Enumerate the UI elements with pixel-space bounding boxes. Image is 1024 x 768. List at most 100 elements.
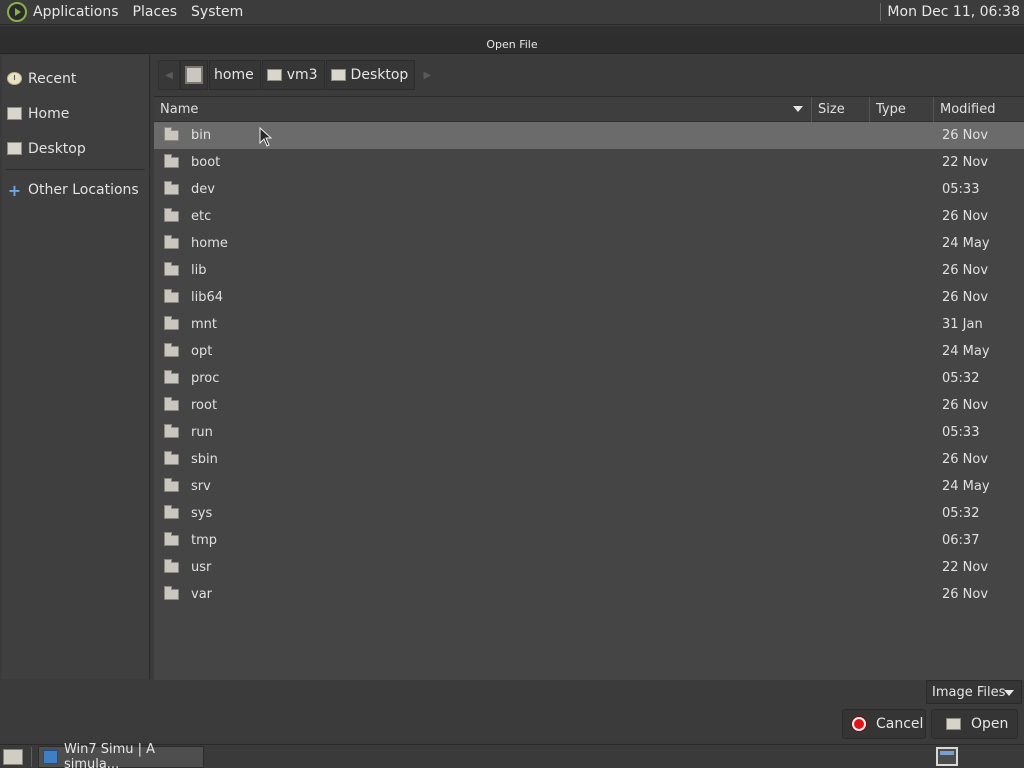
window-icon — [43, 749, 58, 764]
sidebar-separator — [6, 169, 145, 170]
table-row[interactable]: boot 22 Nov — [154, 149, 1024, 176]
places-sidebar: Recent Home Desktop + Other Locations — [2, 55, 150, 679]
cancel-button[interactable]: Cancel — [842, 709, 926, 739]
taskbar: Win7 Simu | A simula... — [0, 742, 1024, 768]
sidebar-item-label: Home — [28, 105, 70, 122]
table-row[interactable]: usr 22 Nov — [154, 554, 1024, 581]
column-header-label: Modified — [940, 101, 996, 117]
open-label: Open — [971, 716, 1009, 732]
drive-icon — [185, 66, 203, 84]
crumb-desktop[interactable]: Desktop — [325, 60, 416, 90]
file-name: sbin — [191, 452, 218, 467]
table-row[interactable]: lib 26 Nov — [154, 257, 1024, 284]
table-row[interactable]: tmp 06:37 — [154, 527, 1024, 554]
table-row[interactable]: var 26 Nov — [154, 581, 1024, 608]
file-modified: 24 May — [942, 479, 990, 494]
folder-icon — [164, 532, 179, 546]
file-modified: 26 Nov — [942, 452, 989, 467]
column-header-label: Type — [876, 101, 906, 117]
column-header-label: Name — [160, 101, 199, 117]
file-name: root — [191, 398, 218, 413]
crumb-vm3[interactable]: vm3 — [261, 60, 325, 90]
column-header-size[interactable]: Size — [812, 96, 870, 122]
clock[interactable]: Mon Dec 11, 06:38 — [887, 4, 1020, 20]
open-button[interactable]: Open — [931, 709, 1018, 739]
file-modified: 22 Nov — [942, 560, 989, 575]
open-folder-icon — [946, 718, 961, 730]
file-name: tmp — [191, 533, 218, 548]
file-modified: 31 Jan — [942, 317, 983, 332]
menu-places[interactable]: Places — [133, 4, 178, 20]
folder-icon — [164, 451, 179, 465]
folder-icon — [164, 559, 179, 573]
table-row[interactable]: proc 05:32 — [154, 365, 1024, 392]
panel-separator — [880, 3, 882, 21]
file-name: sys — [191, 506, 213, 521]
path-scroll-right-icon[interactable]: ▶ — [416, 60, 438, 90]
recent-icon — [7, 72, 22, 85]
folder-icon — [164, 478, 179, 492]
folder-icon — [164, 289, 179, 303]
file-modified: 26 Nov — [942, 398, 989, 413]
file-name: lib64 — [191, 290, 224, 305]
menu-applications[interactable]: Applications — [33, 4, 119, 20]
table-row[interactable]: mnt 31 Jan — [154, 311, 1024, 338]
workspace-switcher-icon[interactable] — [936, 747, 958, 766]
table-row[interactable]: opt 24 May — [154, 338, 1024, 365]
folder-icon — [164, 343, 179, 357]
dialog-title[interactable]: Open File — [0, 36, 1024, 54]
file-modified: 05:33 — [942, 182, 980, 197]
path-bar: ◀ home vm3 Desktop ▶ — [158, 59, 438, 91]
folder-icon — [164, 397, 179, 411]
plus-icon: + — [7, 180, 22, 200]
folder-icon — [164, 586, 179, 600]
menu-system[interactable]: System — [191, 4, 243, 20]
table-row[interactable]: home 24 May — [154, 230, 1024, 257]
crumb-home[interactable]: home — [209, 60, 261, 90]
cancel-icon — [852, 717, 866, 731]
sidebar-item-home[interactable]: Home — [2, 96, 149, 131]
column-header-type[interactable]: Type — [870, 96, 934, 122]
table-row[interactable]: run 05:33 — [154, 419, 1024, 446]
file-modified: 26 Nov — [942, 263, 989, 278]
table-row[interactable]: srv 24 May — [154, 473, 1024, 500]
cancel-label: Cancel — [876, 716, 924, 732]
folder-icon — [164, 181, 179, 195]
desktop-folder-icon — [330, 69, 346, 81]
table-row[interactable]: sys 05:32 — [154, 500, 1024, 527]
folder-icon — [164, 370, 179, 384]
file-name: usr — [191, 560, 212, 575]
file-modified: 05:32 — [942, 506, 980, 521]
file-modified: 26 Nov — [942, 128, 989, 143]
table-row[interactable]: dev 05:33 — [154, 176, 1024, 203]
file-name: lib — [191, 263, 207, 278]
file-modified: 05:32 — [942, 371, 980, 386]
show-desktop-icon[interactable] — [3, 748, 23, 765]
folder-icon — [164, 235, 179, 249]
table-row[interactable]: bin 26 Nov — [154, 122, 1024, 149]
crumb-label: home — [214, 67, 254, 83]
table-row[interactable]: lib64 26 Nov — [154, 284, 1024, 311]
crumb-root[interactable] — [180, 60, 208, 90]
column-header-name[interactable]: Name — [154, 96, 812, 122]
sidebar-item-recent[interactable]: Recent — [2, 61, 149, 96]
crumb-label: vm3 — [286, 67, 318, 83]
file-name: dev — [191, 182, 215, 197]
taskbar-task-win7-simu[interactable]: Win7 Simu | A simula... — [38, 742, 204, 768]
menu-logo-icon[interactable] — [7, 2, 27, 22]
file-modified: 26 Nov — [942, 209, 989, 224]
table-row[interactable]: root 26 Nov — [154, 392, 1024, 419]
desktop-folder-icon — [7, 142, 22, 155]
column-header-modified[interactable]: Modified — [934, 97, 1020, 122]
home-folder-icon — [266, 69, 282, 81]
file-modified: 06:37 — [942, 533, 980, 548]
sidebar-item-label: Recent — [28, 70, 77, 87]
path-scroll-left-icon[interactable]: ◀ — [158, 60, 180, 90]
sidebar-item-desktop[interactable]: Desktop — [2, 131, 149, 166]
file-name: mnt — [191, 317, 217, 332]
file-name: bin — [191, 128, 212, 143]
table-row[interactable]: etc 26 Nov — [154, 203, 1024, 230]
table-row[interactable]: sbin 26 Nov — [154, 446, 1024, 473]
file-type-filter[interactable]: Image Files — [926, 680, 1022, 704]
sidebar-item-other-locations[interactable]: + Other Locations — [2, 175, 149, 205]
